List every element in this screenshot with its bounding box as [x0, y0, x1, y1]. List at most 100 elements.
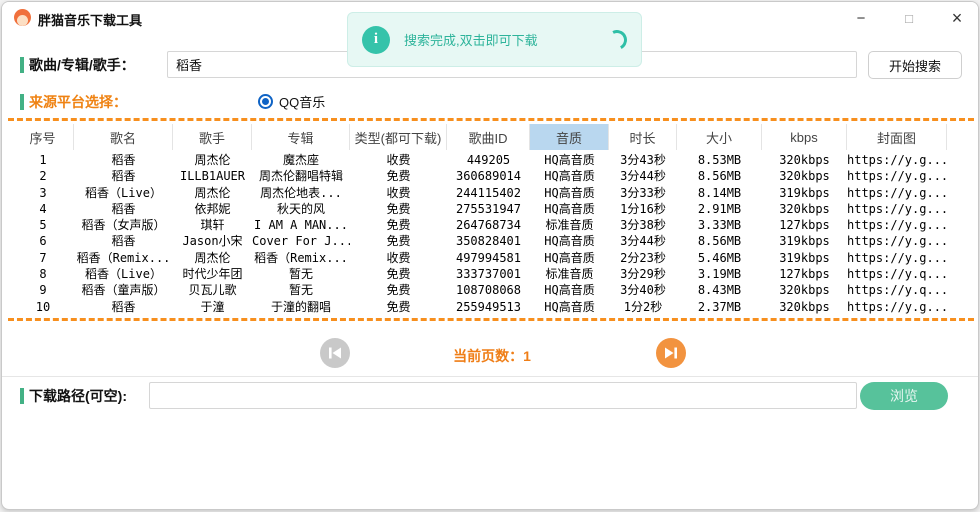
table-cell: 3分44秒 — [609, 168, 677, 184]
table-row[interactable]: 5稻香（女声版）琪轩I AM A MAN...免费264768734标准音质3分… — [12, 217, 970, 233]
toast-message: 搜索完成,双击即可下载 — [404, 30, 607, 49]
table-cell-spacer — [947, 217, 970, 233]
accent-bar-icon — [20, 94, 24, 110]
table-cell: https://y.g... — [847, 201, 947, 217]
table-cell: 免费 — [350, 233, 447, 249]
column-header[interactable]: 大小 — [677, 124, 762, 150]
table-cell: 3分33秒 — [609, 185, 677, 201]
table-cell: 免费 — [350, 201, 447, 217]
table-cell: https://y.q... — [847, 266, 947, 282]
window-controls: − □ × — [852, 2, 966, 34]
column-header[interactable]: 序号 — [12, 124, 74, 150]
table-cell-spacer — [947, 299, 970, 315]
platform-label: 来源平台选择： — [29, 94, 127, 110]
column-header[interactable]: 歌曲ID — [447, 124, 530, 150]
table-cell: 稻香（童声版） — [74, 282, 173, 298]
table-cell: 7 — [12, 250, 74, 266]
table-cell: 244115402 — [447, 185, 530, 201]
info-icon: i — [362, 26, 390, 54]
start-search-button[interactable]: 开始搜索 — [868, 51, 962, 79]
table-cell: 收费 — [350, 152, 447, 168]
table-row[interactable]: 2稻香ILLB1AUER周杰伦翻唱特辑免费360689014HQ高音质3分44秒… — [12, 168, 970, 184]
table-cell: https://y.g... — [847, 217, 947, 233]
radio-selected-icon[interactable] — [258, 94, 273, 109]
table-cell: 2分23秒 — [609, 250, 677, 266]
maximize-icon[interactable]: □ — [900, 11, 918, 26]
table-cell: 收费 — [350, 250, 447, 266]
table-cell: 3分29秒 — [609, 266, 677, 282]
table-cell: I AM A MAN... — [252, 217, 350, 233]
table-cell: Cover For J... — [252, 233, 350, 249]
table-cell: 320kbps — [762, 168, 847, 184]
table-cell-spacer — [947, 201, 970, 217]
table-cell: 8 — [12, 266, 74, 282]
table-row[interactable]: 8稻香（Live）时代少年团暂无免费333737001标准音质3分29秒3.19… — [12, 266, 970, 282]
accent-bar-icon — [20, 57, 24, 73]
table-cell: https://y.q... — [847, 282, 947, 298]
column-header[interactable]: 封面图 — [847, 124, 947, 150]
table-cell: 稻香（女声版） — [74, 217, 173, 233]
platform-radio-qq-music[interactable]: QQ音乐 — [258, 92, 325, 111]
table-cell: 9 — [12, 282, 74, 298]
table-cell: 稻香（Remix... — [74, 250, 173, 266]
table-cell: 2.91MB — [677, 201, 762, 217]
next-page-button[interactable] — [656, 338, 686, 368]
column-header[interactable]: 歌手 — [173, 124, 252, 150]
table-cell: 免费 — [350, 282, 447, 298]
table-cell-spacer — [947, 250, 970, 266]
column-header[interactable]: 时长 — [609, 124, 677, 150]
table-cell: 3分44秒 — [609, 233, 677, 249]
table-row[interactable]: 9稻香（童声版）贝瓦儿歌暂无免费108708068HQ高音质3分40秒8.43M… — [12, 282, 970, 298]
table-cell: https://y.g... — [847, 250, 947, 266]
section-divider — [2, 376, 979, 377]
table-cell: 周杰伦 — [173, 152, 252, 168]
browse-button[interactable]: 浏览 — [860, 382, 948, 410]
table-cell: HQ高音质 — [530, 250, 609, 266]
table-cell: 4 — [12, 201, 74, 217]
table-cell: 497994581 — [447, 250, 530, 266]
table-cell: 8.43MB — [677, 282, 762, 298]
table-cell: Jason小宋 — [173, 233, 252, 249]
table-cell: 依邦妮 — [173, 201, 252, 217]
table-row[interactable]: 7稻香（Remix...周杰伦稻香（Remix...收费497994581HQ高… — [12, 250, 970, 266]
table-cell: ILLB1AUER — [173, 168, 252, 184]
table-cell: 标准音质 — [530, 217, 609, 233]
table-cell-spacer — [947, 233, 970, 249]
table-cell: HQ高音质 — [530, 201, 609, 217]
table-row[interactable]: 10稻香于潼于潼的翻唱免费255949513HQ高音质1分2秒2.37MB320… — [12, 299, 970, 315]
current-page-number: 1 — [523, 348, 531, 364]
table-cell: 稻香 — [74, 233, 173, 249]
column-header[interactable]: 类型(都可下载) — [350, 124, 447, 150]
previous-page-button[interactable] — [320, 338, 350, 368]
download-path-input[interactable] — [149, 382, 857, 409]
table-cell: 320kbps — [762, 152, 847, 168]
app-icon — [14, 9, 31, 26]
table-cell: 1分16秒 — [609, 201, 677, 217]
table-cell: 于潼的翻唱 — [252, 299, 350, 315]
minimize-icon[interactable]: − — [852, 10, 870, 27]
table-cell: 449205 — [447, 152, 530, 168]
skip-previous-icon — [320, 338, 350, 368]
column-header[interactable]: kbps — [762, 124, 847, 150]
table-row[interactable]: 4稻香依邦妮秋天的风免费275531947HQ高音质1分16秒2.91MB320… — [12, 201, 970, 217]
column-header[interactable]: 专辑 — [252, 124, 350, 150]
table-cell: HQ高音质 — [530, 168, 609, 184]
table-row[interactable]: 6稻香Jason小宋Cover For J...免费350828401HQ高音质… — [12, 233, 970, 249]
table-cell: 2.37MB — [677, 299, 762, 315]
app-window: 胖猫音乐下载工具 − □ × i 搜索完成,双击即可下载 歌曲/专辑/歌手： 开… — [1, 1, 979, 510]
table-cell: 免费 — [350, 266, 447, 282]
toast-notification: i 搜索完成,双击即可下载 — [347, 12, 642, 67]
column-header[interactable]: 音质 — [530, 124, 609, 150]
close-icon[interactable]: × — [948, 8, 966, 29]
table-cell: 275531947 — [447, 201, 530, 217]
table-body: 1稻香周杰伦魔杰座收费449205HQ高音质3分43秒8.53MB320kbps… — [12, 152, 970, 315]
table-cell: 264768734 — [447, 217, 530, 233]
table-cell: 319kbps — [762, 250, 847, 266]
table-cell: 320kbps — [762, 299, 847, 315]
table-row[interactable]: 1稻香周杰伦魔杰座收费449205HQ高音质3分43秒8.53MB320kbps… — [12, 152, 970, 168]
table-cell: HQ高音质 — [530, 152, 609, 168]
table-cell: 收费 — [350, 185, 447, 201]
column-header[interactable]: 歌名 — [74, 124, 173, 150]
table-cell: 3 — [12, 185, 74, 201]
table-row[interactable]: 3稻香（Live）周杰伦周杰伦地表...收费244115402HQ高音质3分33… — [12, 185, 970, 201]
